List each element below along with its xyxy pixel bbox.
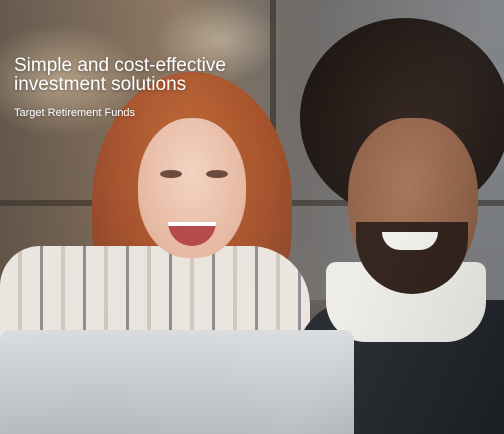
hero-banner: Simple and cost-effective investment sol… [0,0,504,434]
hero-subheadline: Target Retirement Funds [14,107,136,119]
headline-line-2: investment solutions [14,74,187,95]
hero-headline: Simple and cost-effective investment sol… [14,56,314,94]
headline-line-1: Simple and cost-effective [14,55,226,76]
